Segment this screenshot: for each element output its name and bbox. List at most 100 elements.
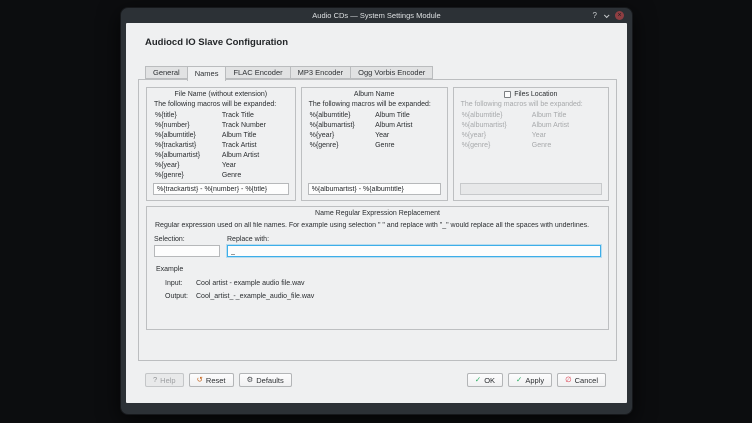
files-location-pattern-input	[460, 183, 602, 195]
macro-token: %{albumtitle}	[462, 112, 532, 119]
titlebar-help-icon[interactable]: ?	[593, 12, 597, 20]
help-button: ? Help	[145, 373, 184, 387]
ok-button[interactable]: ✓ OK	[467, 373, 503, 387]
example-input-row: Input: Cool artist - example audio file.…	[154, 277, 601, 290]
window-title: Audio CDs — System Settings Module	[312, 11, 440, 20]
tab-flac-encoder[interactable]: FLAC Encoder	[225, 66, 290, 79]
replace-column: Replace with:	[227, 236, 601, 257]
macro-description: Track Artist	[222, 142, 289, 149]
reset-button-label: Reset	[206, 376, 226, 385]
tab-ogg-vorbis-encoder[interactable]: Ogg Vorbis Encoder	[350, 66, 433, 79]
macro-row: %{albumartist}Album Artist	[153, 150, 289, 160]
footer-left-buttons: ? Help ↺ Reset ⚙ Defaults	[145, 373, 292, 387]
reset-icon: ↺	[197, 376, 203, 384]
tab-pane: File Name (without extension) The follow…	[138, 79, 617, 361]
help-icon: ?	[153, 376, 157, 384]
example-output-label: Output:	[165, 293, 196, 300]
tab-names[interactable]: Names	[187, 66, 227, 81]
file-name-group-title: File Name (without extension)	[153, 91, 289, 98]
macro-row: %{genre}Genre	[460, 140, 602, 150]
regex-replacement-group: Name Regular Expression Replacement Regu…	[146, 206, 609, 330]
macro-row: %{albumtitle}Album Title	[460, 110, 602, 120]
reset-button[interactable]: ↺ Reset	[189, 373, 234, 387]
tab-mp3-encoder[interactable]: MP3 Encoder	[290, 66, 351, 79]
settings-window: Audio CDs — System Settings Module ? × A…	[120, 7, 633, 415]
macro-description: Album Artist	[532, 122, 602, 129]
titlebar-buttons: ? ×	[593, 8, 624, 23]
album-name-group-title: Album Name	[308, 91, 441, 98]
cancel-button[interactable]: ∅ Cancel	[557, 373, 606, 387]
macro-description: Album Artist	[222, 152, 289, 159]
example-input-label: Input:	[165, 280, 196, 287]
macro-token: %{albumtitle}	[310, 112, 375, 119]
example-output-value: Cool_artist_-_example_audio_file.wav	[196, 293, 314, 300]
macro-token: %{year}	[155, 162, 222, 169]
macro-row: %{genre}Genre	[308, 140, 441, 150]
macro-token: %{genre}	[155, 172, 222, 179]
close-icon: ×	[617, 11, 621, 20]
macro-description: Year	[222, 162, 289, 169]
selection-column: Selection:	[154, 236, 220, 257]
macro-description: Year	[532, 132, 602, 139]
apply-button-label: Apply	[525, 376, 544, 385]
files-location-group: Files Location The following macros will…	[453, 87, 609, 201]
macro-row: %{albumartist}Album Artist	[308, 120, 441, 130]
groups-row: File Name (without extension) The follow…	[146, 87, 609, 201]
example-label: Example	[156, 266, 601, 273]
files-location-checkbox[interactable]	[504, 91, 511, 98]
files-location-group-intro: The following macros will be expanded:	[461, 101, 602, 108]
tab-bar: General Names FLAC Encoder MP3 Encoder O…	[145, 66, 432, 81]
macro-description: Genre	[375, 142, 440, 149]
replace-with-input[interactable]	[227, 245, 601, 257]
macro-row: %{year}Year	[153, 160, 289, 170]
macro-token: %{albumtitle}	[155, 132, 222, 139]
macro-token: %{trackartist}	[155, 142, 222, 149]
selection-input[interactable]	[154, 245, 220, 257]
macro-row: %{albumartist}Album Artist	[460, 120, 602, 130]
window-content: Audiocd IO Slave Configuration General N…	[126, 23, 627, 403]
regex-description: Regular expression used on all file name…	[155, 222, 601, 229]
defaults-button-label: Defaults	[256, 376, 284, 385]
macro-description: Album Title	[222, 132, 289, 139]
macro-description: Album Artist	[375, 122, 440, 129]
tab-general[interactable]: General	[145, 66, 188, 79]
close-button[interactable]: ×	[615, 11, 624, 20]
ok-check-icon: ✓	[475, 376, 481, 384]
page-title: Audiocd IO Slave Configuration	[145, 37, 288, 48]
replace-with-label: Replace with:	[227, 236, 601, 243]
titlebar[interactable]: Audio CDs — System Settings Module ? ×	[121, 8, 632, 23]
macro-description: Album Title	[375, 112, 440, 119]
help-button-label: Help	[160, 376, 175, 385]
selection-label: Selection:	[154, 236, 220, 243]
defaults-icon: ⚙	[247, 376, 254, 384]
macro-token: %{albumartist}	[462, 122, 532, 129]
macro-token: %{albumartist}	[155, 152, 222, 159]
macro-row: %{year}Year	[308, 130, 441, 140]
cancel-button-label: Cancel	[575, 376, 598, 385]
example-output-row: Output: Cool_artist_-_example_audio_file…	[154, 290, 601, 303]
macro-token: %{title}	[155, 112, 222, 119]
macro-token: %{genre}	[462, 142, 532, 149]
macro-row: %{genre}Genre	[153, 170, 289, 180]
files-location-title-row: Files Location	[460, 91, 602, 98]
example-input-value: Cool artist - example audio file.wav	[196, 280, 305, 287]
album-name-group-intro: The following macros will be expanded:	[309, 101, 441, 108]
album-name-group: Album Name The following macros will be …	[301, 87, 448, 201]
macro-row: %{title}Track Title	[153, 110, 289, 120]
album-name-pattern-input[interactable]	[308, 183, 441, 195]
defaults-button[interactable]: ⚙ Defaults	[239, 373, 292, 387]
file-name-pattern-input[interactable]	[153, 183, 289, 195]
macro-description: Genre	[222, 172, 289, 179]
apply-button[interactable]: ✓ Apply	[508, 373, 552, 387]
footer-right-buttons: ✓ OK ✓ Apply ∅ Cancel	[467, 373, 606, 387]
macro-row: %{trackartist}Track Artist	[153, 140, 289, 150]
files-location-group-title: Files Location	[514, 91, 557, 98]
ok-button-label: OK	[484, 376, 495, 385]
apply-check-icon: ✓	[516, 376, 522, 384]
macro-row: %{year}Year	[460, 130, 602, 140]
macro-token: %{year}	[310, 132, 375, 139]
macro-row: %{number}Track Number	[153, 120, 289, 130]
chevron-down-icon[interactable]	[604, 11, 608, 20]
macro-description: Track Number	[222, 122, 289, 129]
regex-inputs-row: Selection: Replace with:	[154, 236, 601, 257]
